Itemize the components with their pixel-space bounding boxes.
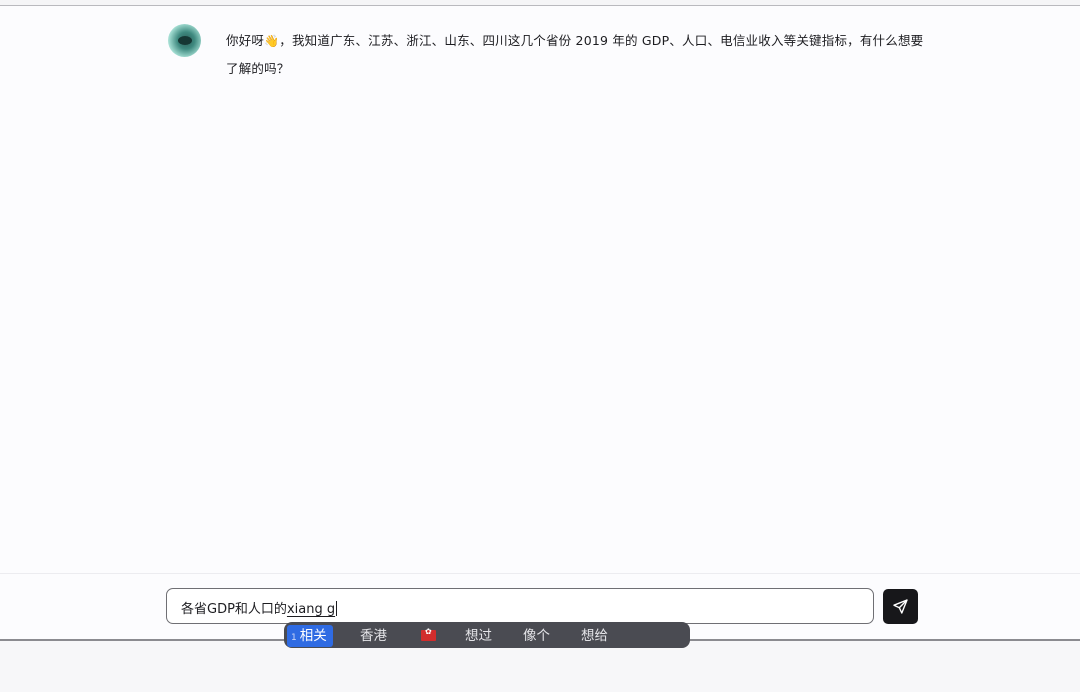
chat-input-text[interactable]: 各省GDP和人口的xiang g (181, 598, 338, 617)
text-caret (336, 601, 338, 616)
ime-candidate-bar: 1相关 香港 想过 像个 想给 (284, 622, 690, 648)
ime-candidate-5[interactable]: 像个 (523, 625, 550, 647)
bottom-strip (0, 641, 1080, 692)
input-committed-text: 各省GDP和人口的 (181, 602, 287, 617)
wave-emoji-icon: 👋 (264, 34, 280, 48)
ime-candidate-text: 相关 (299, 628, 327, 644)
message-text-rest: ，我知道广东、江苏、浙江、山东、四川这几个省份 2019 年的 GDP、人口、电… (226, 33, 924, 76)
chat-area: 你好呀👋，我知道广东、江苏、浙江、山东、四川这几个省份 2019 年的 GDP、… (0, 6, 1080, 639)
hong-kong-flag-icon[interactable] (421, 627, 436, 641)
composer-divider (0, 573, 1080, 574)
ime-candidate-index: 1 (291, 633, 297, 643)
ime-candidate-2[interactable]: 香港 (360, 625, 387, 647)
message-text-start: 你好呀 (226, 33, 265, 48)
send-arrow-icon (893, 599, 908, 614)
chat-input[interactable]: 各省GDP和人口的xiang g (166, 588, 874, 624)
input-composing-text: xiang g (286, 602, 336, 617)
send-button[interactable] (883, 589, 918, 624)
ime-candidate-1[interactable]: 1 相关 (287, 625, 333, 647)
assistant-message-text: 你好呀👋，我知道广东、江苏、浙江、山东、四川这几个省份 2019 年的 GDP、… (226, 27, 926, 82)
ime-candidate-6[interactable]: 想给 (581, 625, 608, 647)
assistant-avatar (168, 24, 201, 57)
ime-candidate-4[interactable]: 想过 (465, 625, 492, 647)
app-window: 你好呀👋，我知道广东、江苏、浙江、山东、四川这几个省份 2019 年的 GDP、… (0, 0, 1080, 692)
